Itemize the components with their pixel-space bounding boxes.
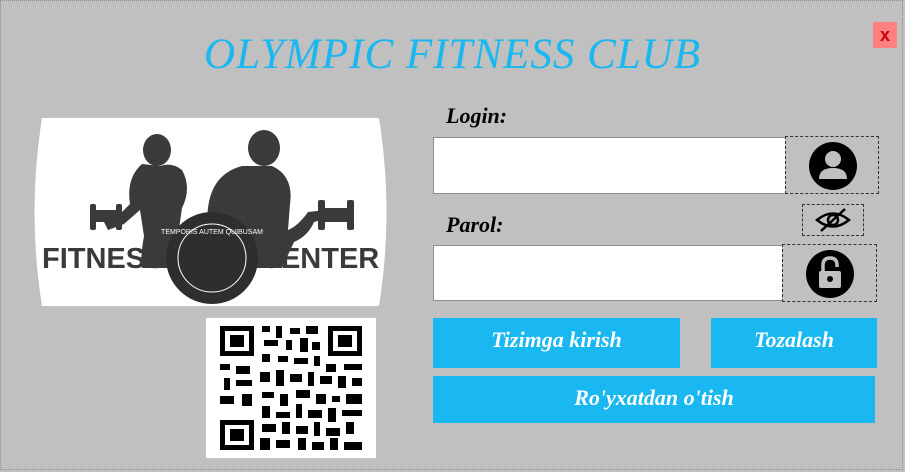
logo-ring-text: TEMPORIS AUTEM QUIBUSAM bbox=[161, 229, 263, 236]
register-button[interactable]: Ro'yxatdan o'tish bbox=[433, 376, 875, 423]
password-input[interactable] bbox=[433, 245, 786, 301]
close-button[interactable]: x bbox=[873, 22, 897, 48]
fitness-center-logo: TEMPORIS AUTEM QUIBUSAM FITNESS CENTER bbox=[34, 118, 387, 306]
login-button[interactable]: Tizimga kirish bbox=[433, 318, 680, 368]
qr-code bbox=[206, 318, 376, 458]
clear-button[interactable]: Tozalash bbox=[711, 318, 877, 368]
login-icon-button[interactable] bbox=[785, 136, 879, 194]
show-password-toggle[interactable] bbox=[802, 204, 864, 236]
lock-icon bbox=[806, 250, 854, 298]
logo-right-word: CENTER bbox=[260, 243, 379, 275]
login-label: Login: bbox=[446, 103, 508, 128]
user-icon bbox=[809, 142, 857, 190]
logo-left-word: FITNESS bbox=[42, 243, 164, 275]
eye-slash-icon bbox=[815, 208, 851, 232]
password-icon-button[interactable] bbox=[782, 244, 877, 302]
login-input[interactable] bbox=[433, 137, 786, 194]
password-label: Parol: bbox=[446, 212, 504, 237]
app-title: OLYMPIC FITNESS CLUB bbox=[204, 31, 701, 78]
